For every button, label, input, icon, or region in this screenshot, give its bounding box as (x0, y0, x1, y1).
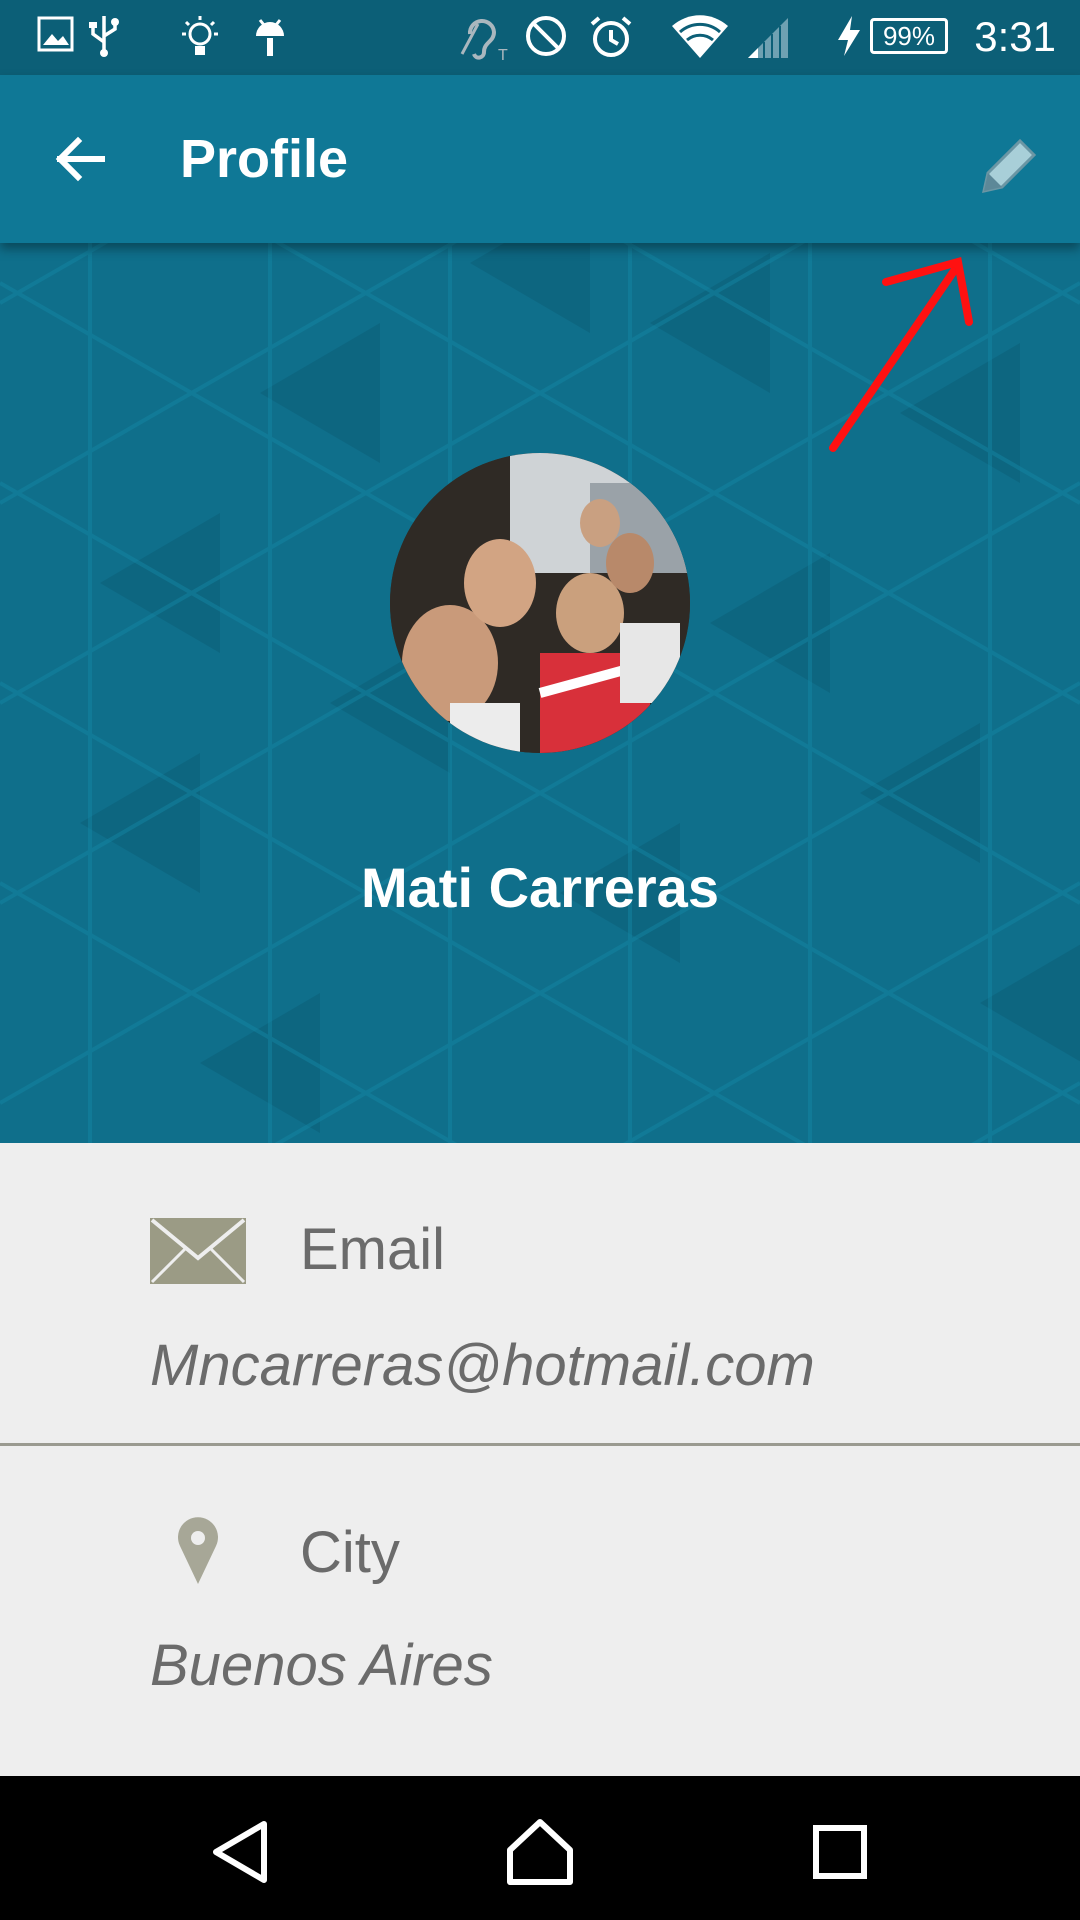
city-section: City Buenos Aires (0, 1446, 1080, 1776)
profile-name: Mati Carreras (361, 856, 719, 919)
envelope-icon (150, 1218, 246, 1284)
city-value: Buenos Aires (150, 1633, 493, 1698)
city-label: City (300, 1520, 400, 1585)
recents-icon[interactable] (800, 1812, 880, 1892)
annotation-arrow (829, 256, 973, 452)
email-section: Email Mncarreras@hotmail.com (0, 1143, 1080, 1446)
system-nav-bar (0, 1776, 1080, 1920)
home-icon[interactable] (500, 1812, 580, 1892)
location-pin-icon (178, 1517, 218, 1584)
email-value: Mncarreras@hotmail.com (150, 1333, 815, 1398)
email-label: Email (300, 1217, 446, 1282)
back-triangle-icon[interactable] (200, 1812, 280, 1892)
